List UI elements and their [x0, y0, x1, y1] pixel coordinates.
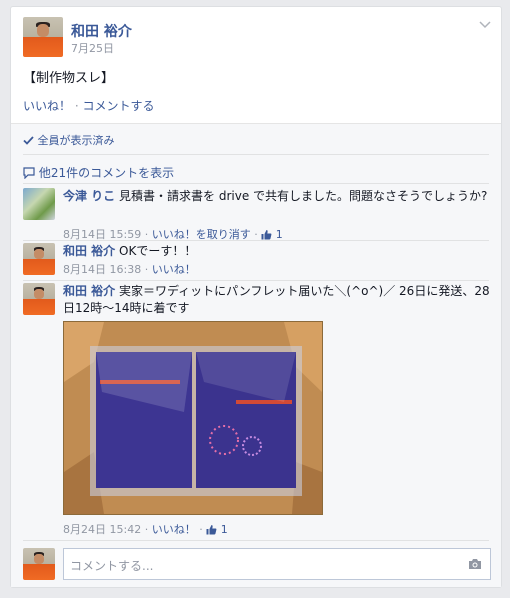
- like-link[interactable]: いいね！: [23, 99, 71, 113]
- commenter-avatar[interactable]: [23, 243, 55, 275]
- post-actions: いいね！ · コメントする: [23, 97, 155, 114]
- comment-time[interactable]: 8月14日 16:38: [63, 263, 141, 276]
- view-more-comments[interactable]: 他21件のコメントを表示: [23, 164, 174, 182]
- like-link[interactable]: いいね！: [152, 263, 196, 276]
- divider: [23, 183, 489, 184]
- separator: ·: [74, 99, 79, 113]
- comment-meta: 8月14日 16:38 · いいね！: [63, 263, 196, 276]
- check-icon: [23, 135, 34, 148]
- attached-photo[interactable]: [63, 321, 323, 515]
- author-name[interactable]: 和田 裕介: [71, 21, 132, 41]
- comment-input-placeholder: コメントする...: [70, 559, 154, 573]
- commenter-name[interactable]: 今津 りこ: [63, 189, 115, 203]
- divider: [23, 540, 489, 541]
- divider: [23, 240, 489, 241]
- comment-time[interactable]: 8月24日 15:42: [63, 523, 141, 536]
- comment-text: 実家＝ワディットにパンフレット届いた＼(^o^)／ 26日に発送、28日12時〜…: [63, 284, 490, 315]
- like-count[interactable]: 1: [221, 523, 228, 536]
- comment-input[interactable]: コメントする...: [63, 548, 491, 580]
- author-avatar[interactable]: [23, 17, 63, 57]
- commenter-name[interactable]: 和田 裕介: [63, 284, 115, 298]
- divider: [23, 154, 489, 155]
- comment-content: 和田 裕介 実家＝ワディットにパンフレット届いた＼(^o^)／ 26日に発送、2…: [63, 283, 491, 317]
- post-body: 【制作物スレ】: [23, 71, 115, 86]
- commenter-avatar[interactable]: [23, 188, 55, 220]
- comment-meta: 8月24日 15:42 · いいね！ · 1: [63, 523, 228, 538]
- commenter-name[interactable]: 和田 裕介: [63, 244, 115, 258]
- comment-bubble-icon: [23, 167, 35, 182]
- comment-link[interactable]: コメントする: [83, 99, 155, 113]
- my-avatar[interactable]: [23, 548, 55, 580]
- seen-by: 全員が表示済み: [23, 132, 115, 148]
- divider: [23, 280, 489, 281]
- camera-icon[interactable]: [468, 558, 482, 573]
- photo-image: [64, 322, 322, 514]
- comment-item: 和田 裕介 実家＝ワディットにパンフレット届いた＼(^o^)／ 26日に発送、2…: [23, 283, 491, 543]
- comment-content: 今津 りこ 見積書・請求書を drive で共有しました。問題なさそうでしょうか…: [63, 188, 491, 205]
- like-link[interactable]: いいね！: [152, 523, 196, 536]
- comment-item: 和田 裕介 OKでーす！！ 8月14日 16:38 · いいね！: [23, 243, 491, 279]
- post-date[interactable]: 7月25日: [71, 40, 114, 56]
- comment-item: 今津 りこ 見積書・請求書を drive で共有しました。問題なさそうでしょうか…: [23, 188, 491, 241]
- chevron-down-icon[interactable]: [479, 19, 491, 29]
- post-card: 和田 裕介 7月25日 【制作物スレ】 いいね！ · コメントする 全員が表示済…: [10, 6, 502, 588]
- comment-content: 和田 裕介 OKでーす！！: [63, 243, 491, 260]
- comment-text: 見積書・請求書を drive で共有しました。問題なさそうでしょうか?: [119, 189, 488, 203]
- comment-text: OKでーす！！: [119, 244, 197, 258]
- commenter-avatar[interactable]: [23, 283, 55, 315]
- thumbs-up-icon[interactable]: [206, 524, 217, 538]
